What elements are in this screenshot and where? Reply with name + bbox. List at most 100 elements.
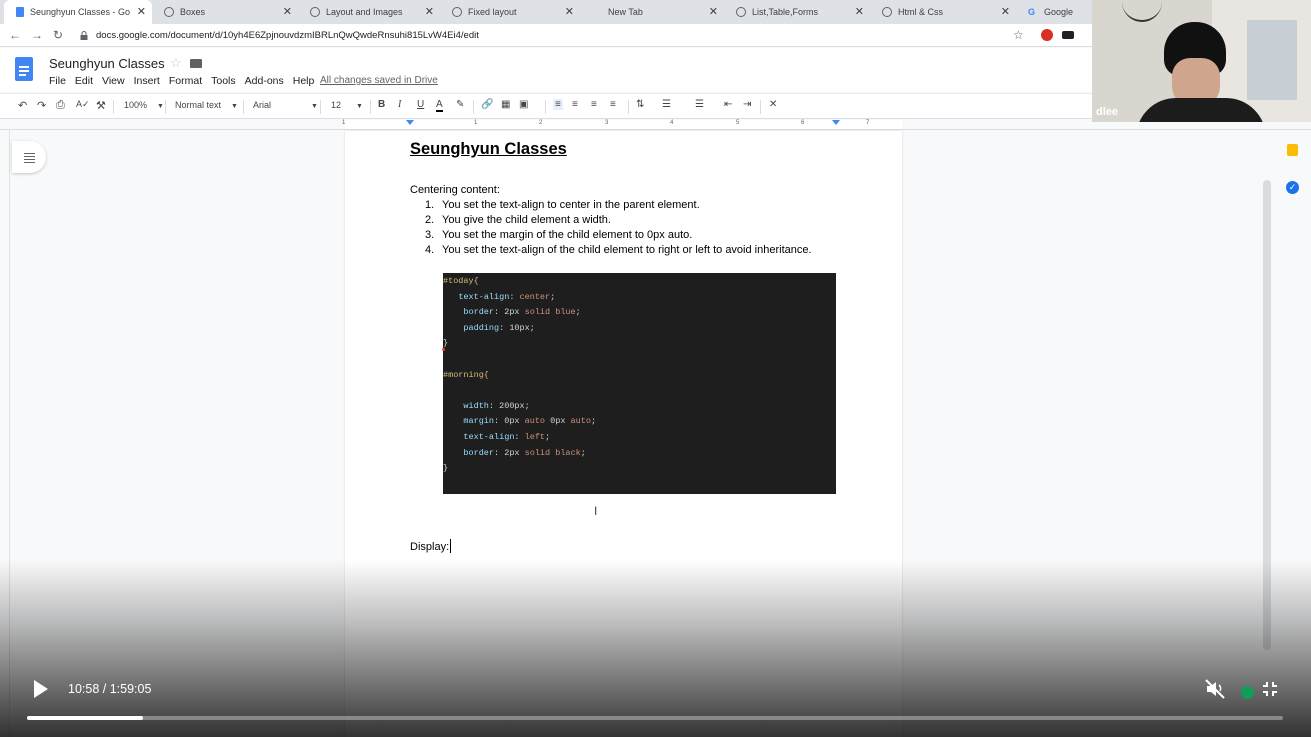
code-line: }: [443, 463, 448, 473]
clear-formatting-icon[interactable]: ✕: [769, 99, 777, 110]
code-token: margin: [463, 416, 495, 427]
bookmark-star-icon[interactable]: ☆: [1013, 28, 1024, 42]
screen: Seunghyun Classes - Goog ✕ Boxes ✕ Layout an…: [0, 0, 1311, 737]
comment-icon[interactable]: ▦: [501, 99, 510, 110]
extension-icon[interactable]: [1062, 31, 1074, 39]
menu-item-insert[interactable]: Insert: [134, 75, 160, 87]
style-select[interactable]: Normal text ▼: [175, 100, 238, 110]
close-tab-icon[interactable]: ✕: [283, 5, 292, 18]
highlight-icon[interactable]: ✎: [456, 99, 464, 110]
close-tab-icon[interactable]: ✕: [425, 5, 434, 18]
align-left-icon[interactable]: ≡: [553, 99, 563, 110]
align-center-icon[interactable]: ≡: [572, 99, 578, 110]
menu-item-tools[interactable]: Tools: [211, 75, 236, 87]
list-text: You set the text-align to center in the …: [442, 199, 700, 211]
display-paragraph: Display:: [410, 539, 452, 553]
code-token: 0px: [545, 416, 571, 427]
list-number: 1.: [425, 199, 435, 211]
code-token: #morning{: [443, 369, 489, 380]
browser-tab[interactable]: G Google: [1016, 0, 1092, 24]
browser-tab[interactable]: Html & Css ✕: [870, 0, 1016, 24]
extension-icon[interactable]: [1041, 29, 1053, 41]
video-time: 10:58 / 1:59:05: [68, 682, 152, 696]
code-token: text-align: [463, 432, 515, 442]
ruler-number: 1: [474, 120, 478, 126]
folder-icon[interactable]: [190, 59, 202, 68]
play-icon[interactable]: [34, 680, 48, 698]
browser-tab[interactable]: New Tab ✕: [580, 0, 724, 24]
right-indent-marker-icon[interactable]: [832, 120, 840, 125]
line-spacing-icon[interactable]: ⇅: [636, 99, 644, 110]
url-text: docs.google.com/document/d/10yh4E6Zpjnou…: [96, 30, 479, 41]
video-progress-bar[interactable]: [27, 716, 1283, 720]
back-icon[interactable]: ←: [9, 28, 21, 42]
menu-item-edit[interactable]: Edit: [75, 75, 93, 87]
code-block: #today{ text-align: center; border: 2px …: [442, 273, 836, 494]
tasks-icon[interactable]: ✓: [1286, 181, 1299, 194]
code-token: solid black: [524, 447, 581, 458]
close-tab-icon[interactable]: ✕: [855, 5, 864, 18]
print-icon[interactable]: ⎙: [56, 99, 65, 112]
address-bar[interactable]: docs.google.com/document/d/10yh4E6Zpjnou…: [80, 26, 1030, 45]
menu-bar: File Edit View Insert Format Tools Add-ons Help: [49, 75, 314, 87]
font-select[interactable]: Arial ▼: [253, 100, 318, 110]
justify-icon[interactable]: ≡: [610, 99, 616, 110]
text-color-icon[interactable]: A: [436, 99, 443, 112]
reload-icon[interactable]: ↻: [53, 28, 63, 42]
decrease-indent-icon[interactable]: ⇤: [724, 99, 732, 110]
code-token: }: [443, 338, 449, 349]
bold-icon[interactable]: B: [378, 99, 385, 110]
code-token: 10px: [509, 322, 530, 333]
code-token: border: [463, 447, 495, 458]
close-tab-icon[interactable]: ✕: [565, 5, 574, 18]
code-token: 0px: [504, 416, 525, 427]
bulleted-list-icon[interactable]: ☰: [695, 99, 704, 110]
document-title[interactable]: Seunghyun Classes: [49, 56, 165, 71]
menu-item-view[interactable]: View: [102, 75, 125, 87]
close-tab-icon[interactable]: ✕: [1001, 5, 1010, 18]
spellcheck-icon[interactable]: A✓: [76, 99, 90, 110]
browser-tab[interactable]: Fixed layout ✕: [440, 0, 580, 24]
docs-icon: [16, 7, 24, 17]
browser-tab[interactable]: List,Table,Forms ✕: [724, 0, 870, 24]
code-line: width: 200px;: [443, 401, 529, 411]
forward-icon[interactable]: →: [31, 28, 43, 42]
italic-icon[interactable]: I: [398, 99, 401, 110]
save-status[interactable]: All changes saved in Drive: [320, 75, 438, 86]
increase-indent-icon[interactable]: ⇥: [743, 99, 751, 110]
indent-marker-icon[interactable]: [406, 120, 414, 125]
paint-format-icon[interactable]: ⚒: [96, 99, 106, 112]
redo-icon[interactable]: ↷: [37, 99, 46, 112]
menu-item-file[interactable]: File: [49, 75, 66, 87]
close-tab-icon[interactable]: ✕: [137, 5, 146, 18]
docs-logo-icon[interactable]: [15, 57, 33, 81]
undo-icon[interactable]: ↶: [18, 99, 27, 112]
code-token: }: [443, 463, 449, 474]
browser-tab[interactable]: Seunghyun Classes - Goog ✕: [4, 0, 152, 24]
numbered-list-icon[interactable]: ☰: [662, 99, 671, 110]
menu-item-help[interactable]: Help: [293, 75, 315, 87]
exit-fullscreen-icon[interactable]: [1261, 680, 1279, 698]
font-size-select[interactable]: 12 ▼: [331, 100, 363, 110]
grammarly-icon[interactable]: [1241, 686, 1254, 699]
menu-item-format[interactable]: Format: [169, 75, 202, 87]
star-icon[interactable]: ☆: [170, 55, 182, 71]
browser-tab[interactable]: Layout and Images ✕: [298, 0, 440, 24]
document-outline-button[interactable]: [12, 141, 46, 173]
menu-item-addons[interactable]: Add-ons: [245, 75, 284, 87]
keep-icon[interactable]: [1287, 144, 1298, 156]
muted-icon[interactable]: [1203, 677, 1227, 701]
code-line: #morning{: [443, 370, 489, 380]
zoom-select[interactable]: 100% ▼: [124, 100, 164, 110]
link-icon[interactable]: 🔗: [481, 99, 493, 110]
code-line: border: 2px solid blue;: [443, 307, 580, 317]
code-token: ;: [545, 432, 551, 442]
browser-tab[interactable]: Boxes ✕: [152, 0, 298, 24]
underline-icon[interactable]: U: [417, 99, 424, 110]
tab-title: Google: [1044, 7, 1074, 17]
code-line: margin: 0px auto 0px auto;: [443, 416, 596, 426]
image-icon[interactable]: ▣: [519, 99, 528, 110]
align-right-icon[interactable]: ≡: [591, 99, 597, 110]
close-tab-icon[interactable]: ✕: [709, 5, 718, 18]
list-number: 4.: [425, 244, 435, 256]
